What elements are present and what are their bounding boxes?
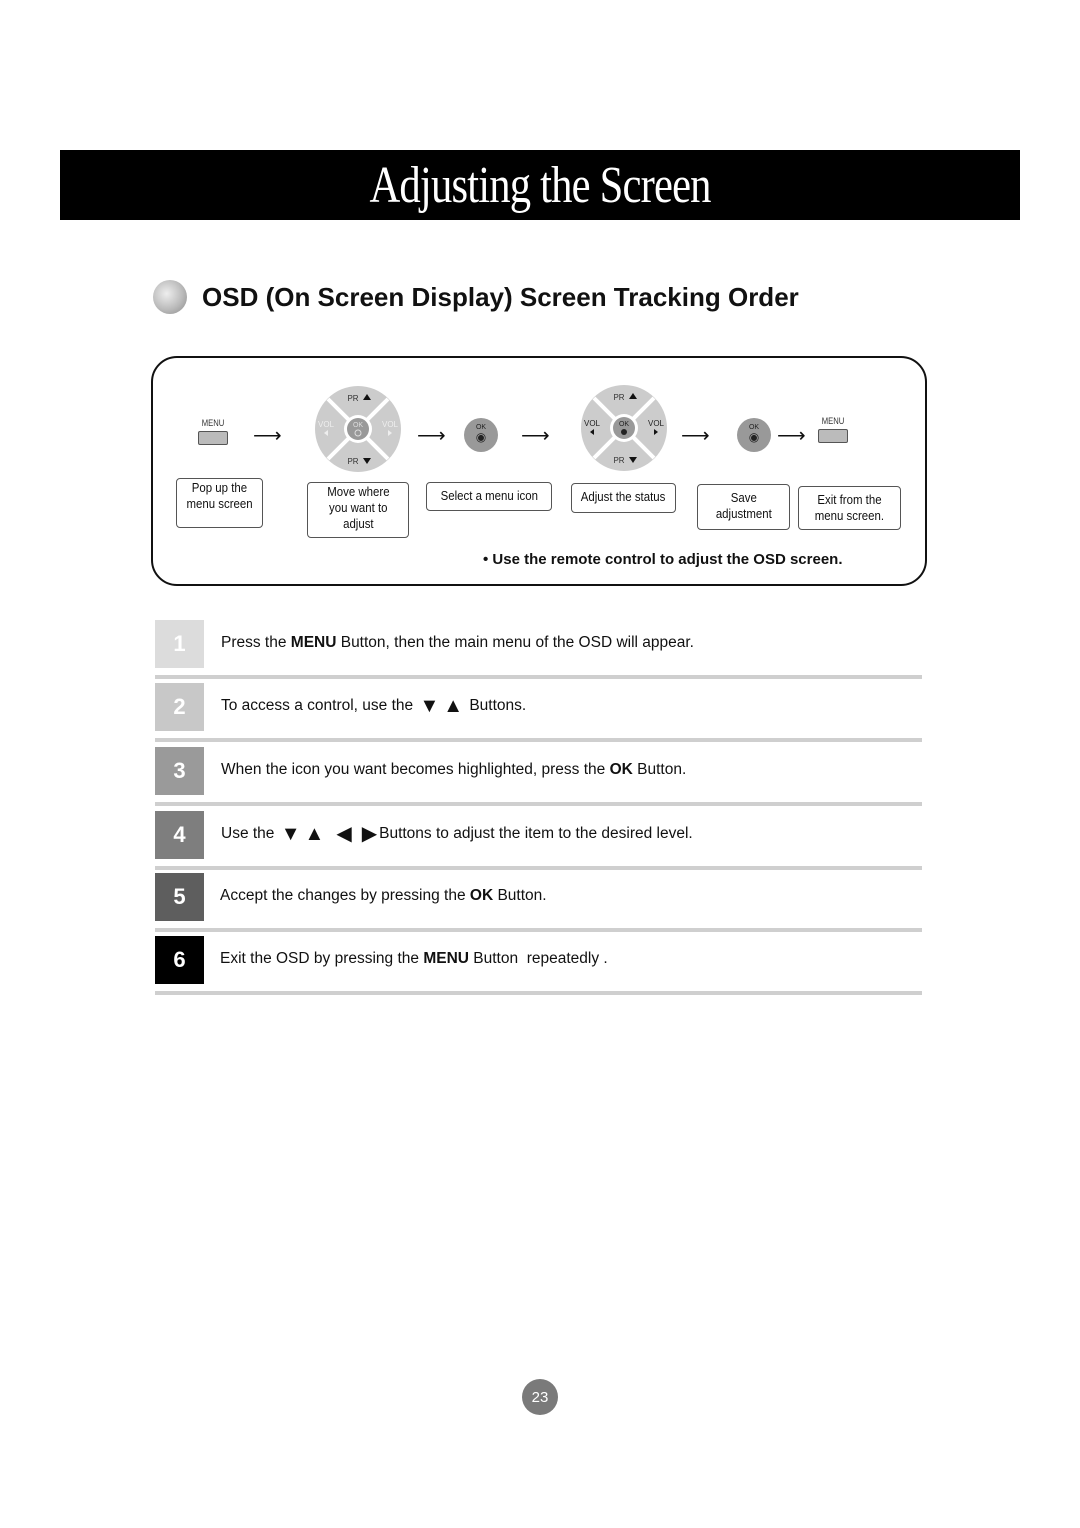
menu-key-icon bbox=[198, 431, 228, 445]
step-text: When the icon you want becomes highlight… bbox=[221, 761, 686, 779]
remote-control-note: • Use the remote control to adjust the O… bbox=[483, 551, 843, 568]
dpad-icon: OK PR PR VOL VOL bbox=[581, 385, 667, 471]
menu-label: MENU bbox=[821, 416, 845, 426]
step-text-pre: When the icon you want becomes highlight… bbox=[221, 761, 610, 778]
step-text-bold: MENU bbox=[290, 634, 337, 651]
arrow-down-icon: ▼ bbox=[280, 823, 301, 845]
step-text: Press the MENU Button, then the main men… bbox=[221, 634, 694, 652]
arrow-right-icon: ⟶ bbox=[417, 425, 446, 447]
step-divider bbox=[155, 991, 922, 995]
caption-adjust-status: Adjust the status bbox=[571, 483, 676, 513]
svg-text:PR: PR bbox=[347, 457, 358, 466]
menu-key-icon bbox=[818, 429, 848, 443]
step-text-pre: Use the bbox=[221, 825, 279, 842]
svg-text:VOL: VOL bbox=[318, 420, 335, 429]
step-divider bbox=[155, 738, 922, 742]
step-text-post: Button. bbox=[632, 761, 687, 778]
step-number: 3 bbox=[155, 747, 204, 795]
step-text-bold: MENU bbox=[423, 950, 469, 967]
arrow-down-icon: ▼ bbox=[419, 695, 440, 717]
step-text-post: Buttons. bbox=[465, 697, 527, 714]
step-text-post: Buttons to adjust the item to the desire… bbox=[379, 825, 693, 842]
step-divider bbox=[155, 928, 922, 932]
menu-button-illustration: MENU bbox=[808, 416, 858, 443]
caption-exit-menu: Exit from the menu screen. bbox=[798, 486, 901, 530]
caption-move-where: Move where you want to adjust bbox=[307, 482, 409, 538]
step-row: 2 To access a control, use the ▼ ▲ Buttons… bbox=[155, 683, 922, 746]
step-row: 3 When the icon you want becomes highligh… bbox=[155, 747, 922, 810]
step-divider bbox=[155, 866, 922, 870]
arrow-up-icon: ▲ bbox=[443, 695, 464, 717]
step-text-bold: OK bbox=[469, 887, 494, 904]
section-title: OSD (On Screen Display) Screen Tracking … bbox=[202, 281, 799, 312]
step-text-bold: OK bbox=[609, 761, 633, 778]
step-row: 5 Accept the changes by pressing the OK B… bbox=[155, 873, 922, 936]
arrow-left-icon: ◀ bbox=[336, 823, 352, 845]
svg-text:OK: OK bbox=[619, 421, 629, 428]
step-text-pre: To access a control, use the bbox=[221, 697, 418, 714]
step-text-post: Button, then the main menu of the OSD wi… bbox=[336, 634, 694, 651]
step-number: 4 bbox=[155, 811, 204, 859]
osd-flow-diagram: MENU ⟶ OK PR PR VOL VOL ⟶ OK ◉ ⟶ OK PR P… bbox=[151, 356, 927, 586]
caption-select-menu-icon: Select a menu icon bbox=[426, 482, 552, 511]
dpad-icon: OK PR PR VOL VOL bbox=[315, 386, 401, 472]
svg-text:PR: PR bbox=[613, 456, 624, 465]
title-bar: Adjusting the Screen bbox=[60, 150, 1020, 220]
step-text-pre: Accept the changes by pressing the bbox=[220, 887, 470, 904]
arrow-right-icon: ⟶ bbox=[521, 425, 550, 447]
svg-text:VOL: VOL bbox=[648, 419, 665, 428]
step-text-pre: Press the bbox=[221, 634, 291, 651]
bullet-ball-icon bbox=[153, 280, 187, 314]
step-row: 4 Use the ▼ ▲ ◀ ▶ Buttons to adjust the item … bbox=[155, 811, 922, 874]
ok-button-illustration: OK ◉ bbox=[464, 418, 498, 452]
step-text: Use the ▼ ▲ ◀ ▶ Buttons to adjust the item t… bbox=[221, 823, 693, 845]
ok-dot-icon: ◉ bbox=[748, 430, 760, 444]
menu-button-illustration: MENU bbox=[188, 418, 238, 445]
svg-text:VOL: VOL bbox=[584, 419, 601, 428]
page-title: Adjusting the Screen bbox=[369, 156, 711, 214]
step-number: 5 bbox=[155, 873, 204, 921]
step-number: 2 bbox=[155, 683, 204, 731]
step-text: Exit the OSD by pressing the MENU Button… bbox=[220, 950, 608, 968]
step-text-pre: Exit the OSD by pressing the bbox=[220, 950, 424, 967]
step-divider bbox=[155, 802, 922, 806]
step-text-post: Button. bbox=[493, 887, 547, 904]
arrow-right-icon: ⟶ bbox=[681, 425, 710, 447]
arrow-right-icon: ⟶ bbox=[777, 425, 806, 447]
step-row: 1 Press the MENU Button, then the main me… bbox=[155, 620, 922, 683]
step-text: Accept the changes by pressing the OK Bu… bbox=[220, 887, 547, 905]
step-text: To access a control, use the ▼ ▲ Buttons. bbox=[221, 695, 527, 717]
step-row: 6 Exit the OSD by pressing the MENU Butto… bbox=[155, 936, 922, 999]
caption-pop-up-menu: Pop up the menu screen bbox=[176, 478, 263, 528]
menu-label: MENU bbox=[201, 418, 225, 428]
svg-text:VOL: VOL bbox=[382, 420, 399, 429]
ok-button-illustration: OK ◉ bbox=[737, 418, 771, 452]
page-number: 23 bbox=[522, 1379, 558, 1415]
arrow-right-icon: ▶ bbox=[361, 823, 378, 845]
section-heading: OSD (On Screen Display) Screen Tracking … bbox=[153, 280, 799, 314]
step-text-post: Button repeatedly . bbox=[468, 950, 608, 967]
step-number: 6 bbox=[155, 936, 204, 984]
ok-dot-icon: ◉ bbox=[475, 430, 487, 444]
step-divider bbox=[155, 675, 922, 679]
step-number: 1 bbox=[155, 620, 204, 668]
arrow-right-icon: ⟶ bbox=[253, 425, 282, 447]
svg-text:OK: OK bbox=[353, 422, 363, 429]
arrow-up-icon: ▲ bbox=[304, 823, 325, 845]
caption-save-adjustment: Save adjustment bbox=[697, 484, 790, 530]
svg-text:PR: PR bbox=[347, 394, 358, 403]
svg-text:PR: PR bbox=[613, 393, 624, 402]
